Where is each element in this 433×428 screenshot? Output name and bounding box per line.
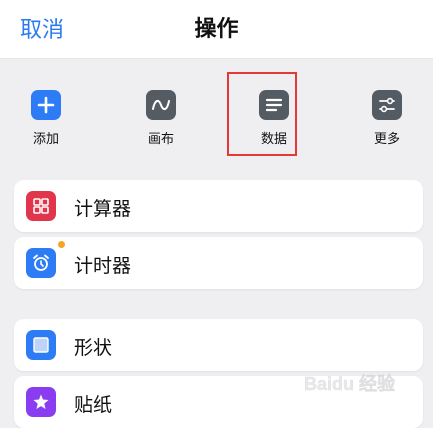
nav-header: 取消 操作 — [0, 0, 433, 59]
list-item-calculator[interactable]: 计算器 — [14, 180, 423, 232]
highlight-annotation-box — [227, 72, 297, 156]
list-item-label: 贴纸 — [74, 394, 113, 416]
watermark-logo: Baidu 经验 — [304, 373, 397, 395]
list-item-shape[interactable]: 形状 — [14, 319, 423, 371]
canvas-action-label: 画布 — [147, 132, 174, 147]
more-action[interactable]: 更多 — [355, 90, 419, 147]
sticker-star-icon — [26, 387, 56, 417]
canvas-action[interactable]: 画布 — [129, 90, 193, 147]
wave-icon — [146, 90, 176, 120]
alarm-clock-icon — [26, 248, 56, 278]
calculator-icon — [26, 191, 56, 221]
list-item-timer[interactable]: 计时器 — [14, 237, 423, 289]
square-shape-icon — [26, 330, 56, 360]
list-item-label: 计时器 — [74, 255, 132, 277]
add-action[interactable]: 添加 — [14, 90, 78, 147]
list-item-label: 形状 — [74, 337, 113, 359]
more-action-label: 更多 — [373, 132, 400, 147]
plus-icon — [31, 90, 61, 120]
list-item-label: 计算器 — [74, 198, 132, 220]
action-toolbar: 添加 画布 数据 更多 — [0, 59, 433, 171]
svg-text:Baidu 经验: Baidu 经验 — [304, 373, 396, 394]
add-action-label: 添加 — [32, 132, 59, 147]
page-title: 操作 — [194, 17, 239, 42]
sliders-icon — [372, 90, 402, 120]
notification-badge — [58, 241, 65, 248]
